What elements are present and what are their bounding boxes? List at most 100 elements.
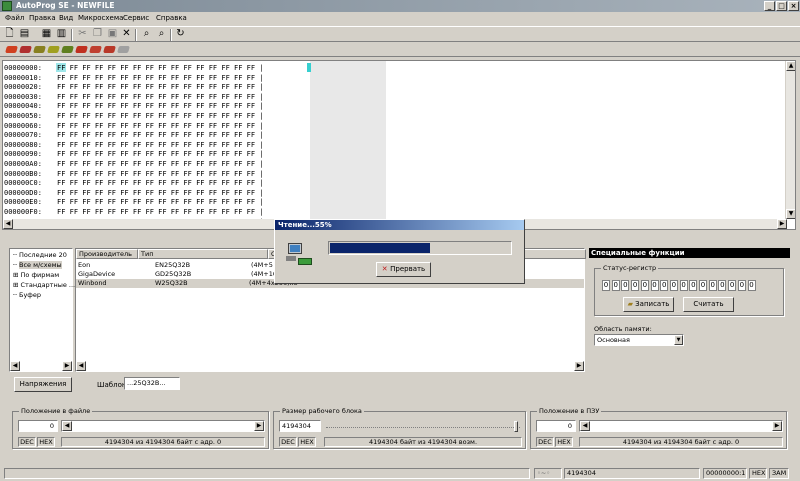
minimize-button[interactable]: _	[764, 1, 775, 11]
find-icon[interactable]: ⌕	[140, 27, 153, 40]
file-scroll-left-icon[interactable]: ◀	[62, 421, 72, 431]
tree-item-all[interactable]: ┄ Все м/схемы	[13, 261, 62, 269]
close-button[interactable]: ×	[788, 1, 799, 11]
cancel-button[interactable]: ✕ Прервать	[376, 262, 431, 277]
write-chip-icon[interactable]	[19, 46, 32, 53]
col-maker[interactable]: Производитель	[76, 249, 138, 259]
chip-category-tree[interactable]: ┄ Последние 20 ┄ Все м/схемы ⊞ По фирмам…	[9, 248, 75, 372]
hex-bytes[interactable]: FF FF FF FF FF FF FF FF FF FF FF FF FF F…	[57, 159, 264, 169]
hex-editor[interactable]: 00000000: FF FF FF FF FF FF FF FF FF FF F…	[2, 60, 796, 230]
maximize-button[interactable]: □	[776, 1, 787, 11]
goto-icon[interactable]: ↻	[174, 27, 187, 40]
scroll-left-icon[interactable]: ◀	[3, 219, 13, 229]
memory-area-select[interactable]: Основная ▼	[594, 334, 684, 346]
read-chip-icon[interactable]	[5, 46, 18, 53]
file-hex-toggle[interactable]: HEX	[37, 437, 55, 447]
menu-help[interactable]: Справка	[156, 14, 187, 22]
menu-chip[interactable]: Микросхема	[78, 14, 123, 22]
status-bit[interactable]: 0	[699, 280, 707, 291]
hex-bytes[interactable]: FF FF FF FF FF FF FF FF FF FF FF FF FF F…	[57, 101, 264, 111]
new-file-icon[interactable]: 🗋	[3, 27, 16, 40]
menu-file[interactable]: Файл	[5, 14, 24, 22]
write-register-button[interactable]: ▰ Записать	[623, 297, 674, 312]
hex-bytes[interactable]: FF FF FF FF FF FF FF FF FF FF FF FF FF F…	[57, 73, 264, 83]
tree-scroll-left-icon[interactable]: ◀	[10, 361, 20, 371]
delete-icon[interactable]: ✕	[120, 27, 133, 40]
status-bit[interactable]: 0	[689, 280, 698, 291]
status-bit[interactable]: 0	[708, 280, 717, 291]
scroll-right-icon[interactable]: ▶	[777, 219, 787, 229]
print-icon[interactable]: ▥	[55, 27, 68, 40]
tree-item-buffer[interactable]: ┄ Буфер	[13, 291, 41, 299]
hex-bytes[interactable]: FF FF FF FF FF FF FF FF FF FF FF FF FF F…	[57, 92, 264, 102]
status-bit[interactable]: 0	[631, 280, 640, 291]
tree-scroll-right-icon[interactable]: ▶	[62, 361, 72, 371]
hex-vertical-scrollbar[interactable]: ▲ ▼	[785, 61, 795, 219]
rom-scroll-right-icon[interactable]: ▶	[772, 421, 782, 431]
menu-service[interactable]: Сервис	[123, 14, 149, 22]
blank-check-icon[interactable]	[61, 46, 74, 53]
verify-chip-icon[interactable]	[33, 46, 46, 53]
hex-bytes[interactable]: FF FF FF FF FF FF FF FF FF FF FF FF FF F…	[57, 111, 264, 121]
hex-bytes[interactable]: FF FF FF FF FF FF FF FF FF FF FF FF FF F…	[57, 149, 264, 159]
voltage-button[interactable]: Напряжения	[14, 377, 72, 392]
tree-item-standard[interactable]: ⊞ Стандартные ...	[13, 281, 75, 289]
erase-chip-icon[interactable]	[47, 46, 60, 53]
status-bit[interactable]: 0	[679, 280, 688, 291]
hex-bytes[interactable]: FF FF FF FF FF FF FF FF FF FF FF FF FF F…	[57, 121, 264, 131]
scroll-down-icon[interactable]: ▼	[786, 209, 795, 219]
tree-item-vendors[interactable]: ⊞ По фирмам	[13, 271, 59, 279]
hex-bytes[interactable]: FF FF FF FF FF FF FF FF FF FF FF FF FF F…	[57, 140, 264, 150]
status-bit[interactable]: 0	[737, 280, 746, 291]
col-type[interactable]: Тип	[138, 249, 268, 259]
copy-icon[interactable]: ❐	[91, 27, 104, 40]
stop-chip-icon[interactable]	[117, 46, 130, 53]
tree-item-recent[interactable]: ┄ Последние 20	[13, 251, 67, 259]
rom-position-scroll[interactable]: ◀ ▶	[579, 420, 783, 432]
hex-bytes[interactable]: FF FF FF FF FF FF FF FF FF FF FF FF FF F…	[57, 63, 264, 73]
list-scroll-left-icon[interactable]: ◀	[76, 361, 86, 371]
read-register-button[interactable]: Считать	[683, 297, 734, 312]
rom-scroll-left-icon[interactable]: ◀	[580, 421, 590, 431]
paste-icon[interactable]: ▣	[106, 27, 119, 40]
file-position-scroll[interactable]: ◀ ▶	[61, 420, 265, 432]
cut-icon[interactable]: ✂	[76, 27, 89, 40]
find-next-icon[interactable]: ⌕	[155, 27, 168, 40]
hex-bytes[interactable]: FF FF FF FF FF FF FF FF FF FF FF FF FF F…	[57, 130, 264, 140]
block-size-input[interactable]: 4194304	[279, 420, 321, 432]
block-hex-toggle[interactable]: HEX	[298, 437, 316, 447]
status-bit[interactable]: 0	[669, 280, 678, 291]
file-dec-toggle[interactable]: DEC	[18, 437, 36, 447]
status-bit[interactable]: 0	[650, 280, 659, 291]
unprotect-chip-icon[interactable]	[103, 46, 116, 53]
hex-bytes[interactable]: FF FF FF FF FF FF FF FF FF FF FF FF FF F…	[57, 178, 264, 188]
status-bit[interactable]: 0	[602, 280, 610, 291]
rom-dec-toggle[interactable]: DEC	[536, 437, 554, 447]
hex-bytes[interactable]: FF FF FF FF FF FF FF FF FF FF FF FF FF F…	[57, 82, 264, 92]
status-bit[interactable]: 0	[718, 280, 727, 291]
hex-bytes[interactable]: FF FF FF FF FF FF FF FF FF FF FF FF FF F…	[57, 169, 264, 179]
status-bit[interactable]: 0	[660, 280, 669, 291]
menu-view[interactable]: Вид	[59, 14, 73, 22]
hex-bytes[interactable]: FF FF FF FF FF FF FF FF FF FF FF FF FF F…	[57, 207, 264, 217]
status-bit[interactable]: 0	[640, 280, 649, 291]
status-bit[interactable]: 0	[747, 280, 756, 291]
block-size-slider[interactable]	[324, 420, 522, 432]
protect-chip-icon[interactable]	[89, 46, 102, 53]
auto-chip-icon[interactable]	[75, 46, 88, 53]
block-dec-toggle[interactable]: DEC	[279, 437, 297, 447]
template-input[interactable]: ...25Q32B...	[124, 377, 180, 390]
rom-hex-toggle[interactable]: HEX	[555, 437, 573, 447]
open-file-icon[interactable]: ▤	[18, 27, 31, 40]
status-bit[interactable]: 0	[728, 280, 737, 291]
rom-position-input[interactable]: 0	[536, 420, 576, 432]
status-bit[interactable]: 0	[611, 280, 620, 291]
menu-edit[interactable]: Правка	[29, 14, 56, 22]
list-scroll-right-icon[interactable]: ▶	[574, 361, 584, 371]
hex-bytes[interactable]: FF FF FF FF FF FF FF FF FF FF FF FF FF F…	[57, 197, 264, 207]
block-size-thumb[interactable]	[514, 421, 518, 432]
save-icon[interactable]: ▦	[40, 27, 53, 40]
scroll-up-icon[interactable]: ▲	[786, 61, 795, 71]
chevron-down-icon[interactable]: ▼	[674, 335, 683, 345]
hex-bytes[interactable]: FF FF FF FF FF FF FF FF FF FF FF FF FF F…	[57, 188, 264, 198]
